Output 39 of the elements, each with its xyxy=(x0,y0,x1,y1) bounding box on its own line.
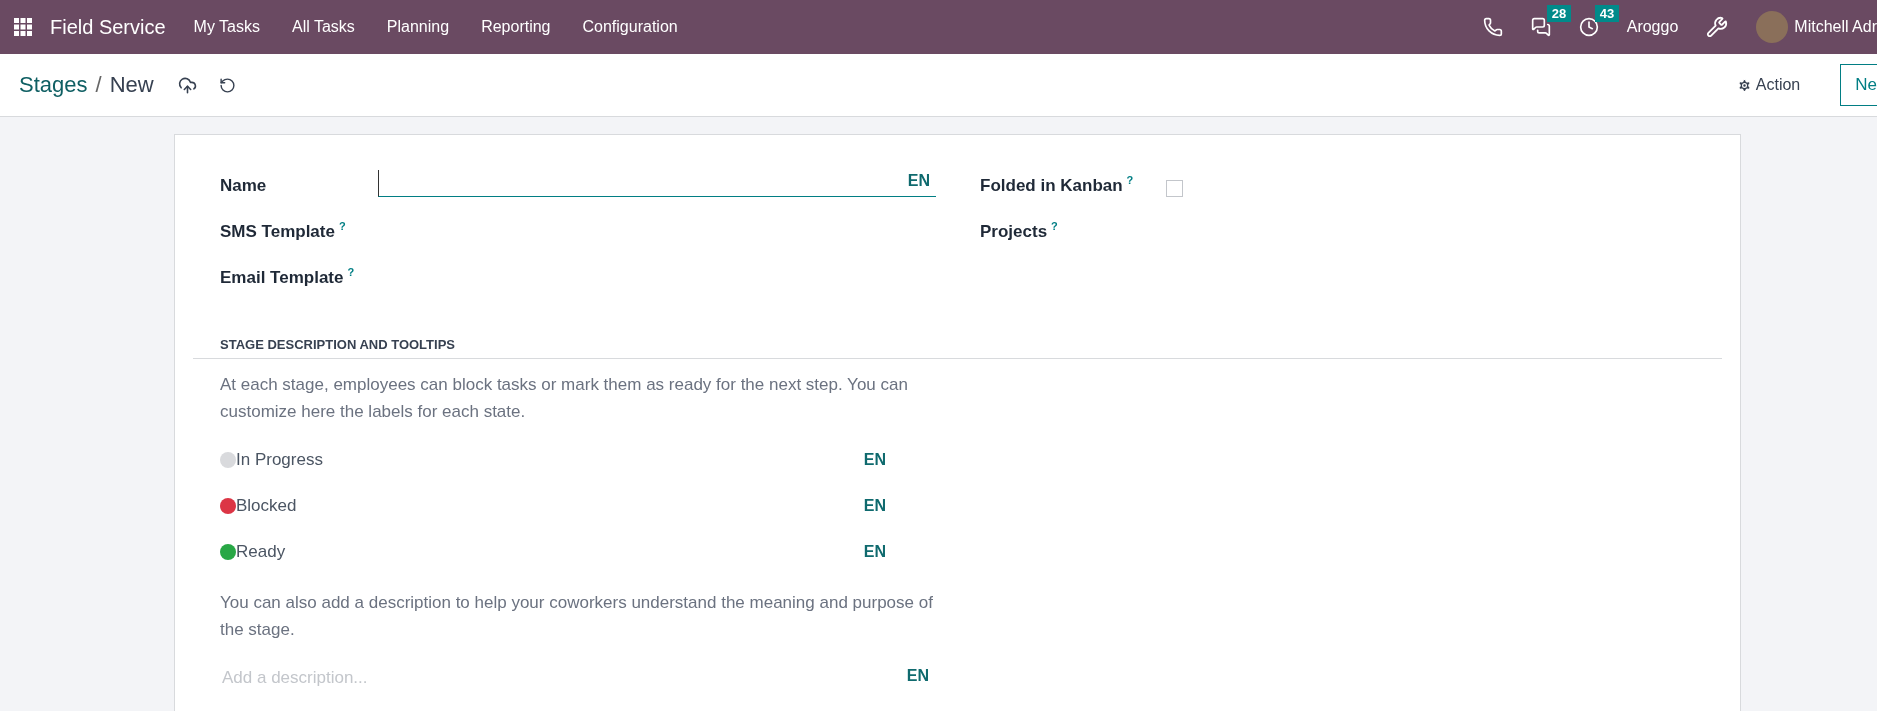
section-title: STAGE DESCRIPTION AND TOOLTIPS xyxy=(220,337,456,354)
language-label[interactable]: EN xyxy=(907,172,930,190)
menu-item[interactable]: Planning xyxy=(386,18,450,36)
field-label: SMS Template $^{?}$ xyxy=(220,219,347,243)
breadcrumb-current: New xyxy=(109,72,154,98)
menu-item[interactable]: All Tasks xyxy=(292,18,355,36)
name-input-field[interactable] xyxy=(378,170,936,197)
field-label: Email Template $^{?}$ xyxy=(220,265,356,289)
gear-icon xyxy=(1736,77,1752,93)
language-label[interactable]: EN xyxy=(863,451,886,469)
field-label: Name xyxy=(220,175,268,197)
language-label[interactable]: EN xyxy=(906,667,929,689)
menu-item[interactable]: My Tasks xyxy=(193,18,260,36)
clock-icon[interactable] xyxy=(1578,17,1599,37)
breadcrumb-separator: / xyxy=(95,72,102,98)
language-label[interactable]: EN xyxy=(863,497,886,515)
message-count: 28 xyxy=(1546,5,1572,22)
state-label[interactable]: In Progress xyxy=(236,450,858,470)
app-name[interactable]: Field Service xyxy=(50,15,166,39)
menu-item[interactable]: Reporting xyxy=(481,18,551,36)
checkbox[interactable] xyxy=(1166,180,1183,197)
phone-icon[interactable] xyxy=(1482,17,1503,37)
state-label[interactable]: Blocked xyxy=(236,496,858,516)
apps-grid-icon[interactable] xyxy=(14,18,32,36)
action-button[interactable]: Action xyxy=(1730,75,1807,95)
user-name[interactable]: Mitchell Adr xyxy=(1794,18,1877,36)
breadcrumb-link[interactable]: Stages xyxy=(19,72,88,98)
language-label[interactable]: EN xyxy=(863,543,886,561)
menu-item[interactable]: Configuration xyxy=(582,18,678,36)
chat-icon[interactable] xyxy=(1530,17,1551,37)
field-label: Folded in Kanban $^{?}$ xyxy=(980,173,1135,197)
tools-icon[interactable] xyxy=(1706,16,1729,38)
state-label[interactable]: Ready xyxy=(236,542,858,562)
new-button[interactable]: Ne xyxy=(1840,64,1877,106)
field-label: Projects $^{?}$ xyxy=(980,219,1059,243)
activity-count: 43 xyxy=(1594,5,1620,22)
intro-text: At each stage, employees can block tasks or mark them as ready for the next step. You can customize here the labels for each state. xyxy=(220,374,909,423)
description-hint: You can also add a description to help your coworkers understand the meaning and purpose of the stage. xyxy=(220,592,934,641)
company-switcher[interactable]: Aroggo xyxy=(1626,18,1679,36)
